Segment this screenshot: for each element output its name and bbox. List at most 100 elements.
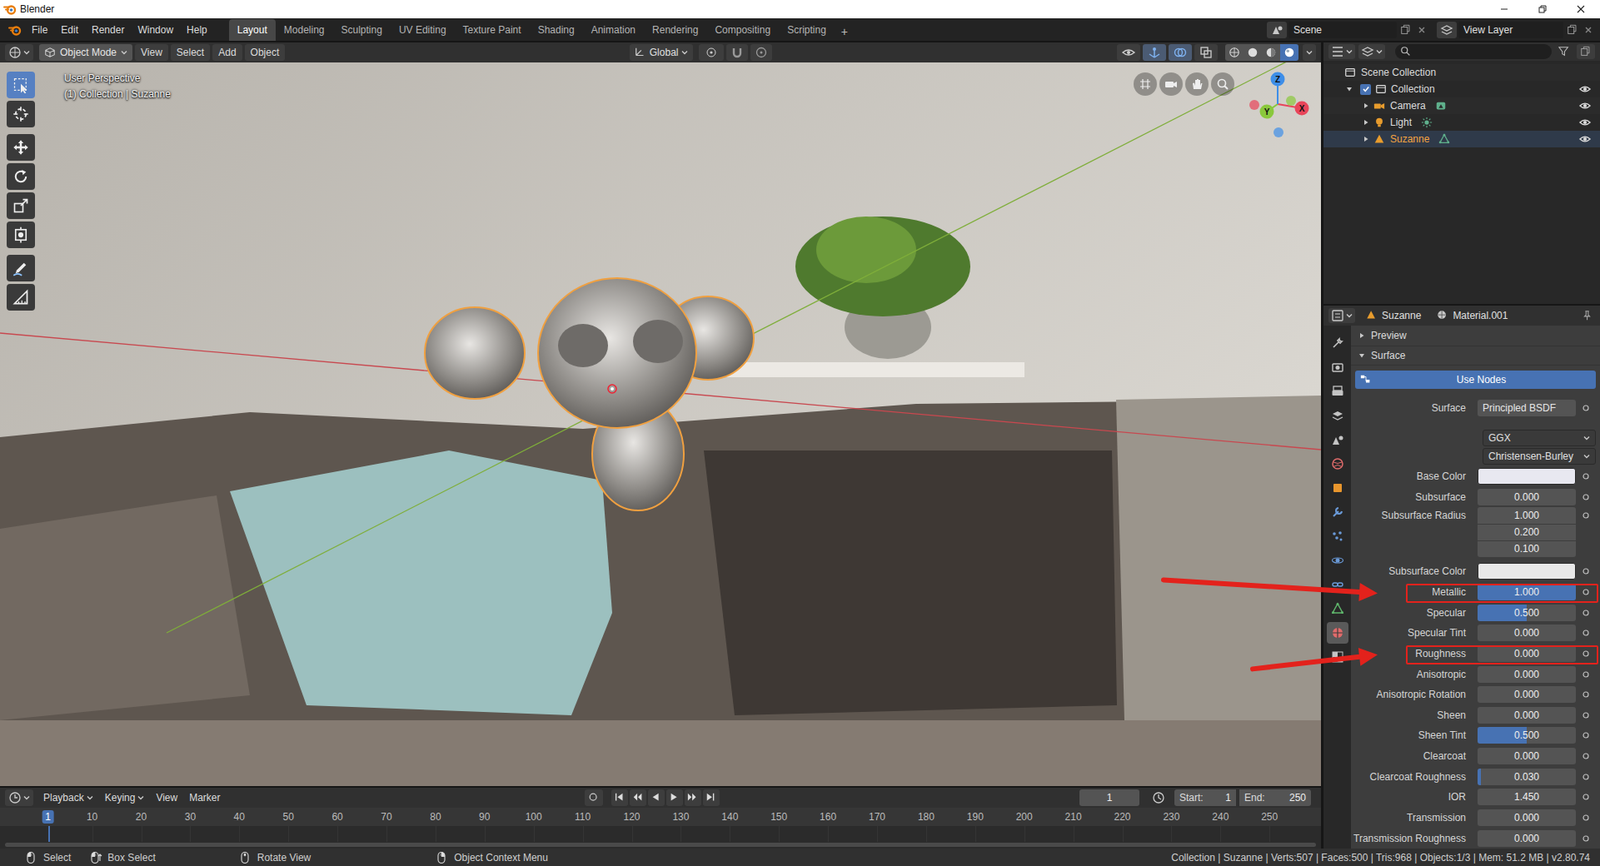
socket-icon[interactable]: [1575, 399, 1596, 417]
orientation-dropdown[interactable]: Global: [629, 44, 694, 61]
workspace-tab[interactable]: Layout: [229, 19, 276, 41]
workspace-tab[interactable]: Modeling: [275, 19, 334, 41]
current-frame-field[interactable]: 1: [1079, 789, 1140, 807]
tool-button[interactable]: [6, 134, 35, 161]
socket-icon[interactable]: [1575, 488, 1596, 506]
tool-button[interactable]: [6, 71, 35, 99]
modifier-tab-icon[interactable]: [1326, 501, 1349, 524]
slider-field[interactable]: 0.000: [1477, 686, 1576, 703]
copy-view-layer-icon[interactable]: [1565, 21, 1581, 39]
collection-checkbox[interactable]: [1360, 84, 1371, 95]
frame-number[interactable]: 160: [816, 810, 840, 824]
expand-icon[interactable]: [1343, 83, 1356, 95]
menu-item[interactable]: Render: [84, 19, 131, 40]
outliner-search[interactable]: [1395, 44, 1552, 60]
eye-icon[interactable]: [1576, 82, 1594, 96]
socket-icon[interactable]: [1575, 727, 1596, 744]
copy-scene-icon[interactable]: [1398, 21, 1414, 39]
socket-icon[interactable]: [1575, 507, 1596, 524]
frame-number[interactable]: 110: [571, 810, 594, 824]
tool-tab-icon[interactable]: [1326, 332, 1349, 354]
negative-axis-dot[interactable]: [1273, 127, 1284, 138]
frame-number[interactable]: 1: [41, 810, 55, 824]
workspace-tab[interactable]: Scripting: [778, 19, 835, 41]
zoom-icon[interactable]: [1211, 72, 1235, 96]
distribution-dropdown[interactable]: GGX: [1482, 429, 1596, 447]
slider-field[interactable]: 0.500: [1477, 604, 1576, 622]
socket-icon[interactable]: [1575, 624, 1596, 642]
scene-name[interactable]: Scene: [1293, 22, 1392, 38]
material-tab-icon[interactable]: [1326, 622, 1349, 644]
negative-axis-dot[interactable]: [1249, 99, 1260, 110]
editor-type-button[interactable]: [4, 44, 34, 61]
frame-number[interactable]: 250: [1257, 810, 1281, 824]
socket-icon[interactable]: [1575, 468, 1596, 485]
viewport-menu[interactable]: Object: [244, 44, 286, 61]
workspace-tab[interactable]: Sculpting: [333, 19, 391, 41]
viewport-menu[interactable]: View: [134, 44, 169, 61]
timeline-scrollbar[interactable]: [4, 842, 1316, 848]
tool-button[interactable]: [6, 284, 35, 311]
socket-icon[interactable]: [1575, 747, 1596, 765]
socket-icon[interactable]: [1575, 830, 1596, 848]
menu-item[interactable]: Help: [179, 19, 215, 40]
eye-icon[interactable]: [1576, 115, 1594, 130]
xray-toggle-icon[interactable]: [1194, 44, 1218, 61]
outliner-row[interactable]: Light: [1323, 114, 1600, 131]
menu-item[interactable]: File: [24, 19, 55, 40]
tool-button[interactable]: [6, 221, 35, 249]
wireframe-shading-icon[interactable]: [1225, 44, 1244, 61]
frame-number[interactable]: 40: [230, 810, 249, 824]
slider-field[interactable]: 0.000: [1477, 645, 1576, 663]
navigation-gizmo[interactable]: XYZ: [1237, 64, 1318, 145]
physics-tab-icon[interactable]: [1326, 549, 1349, 572]
light-data-icon[interactable]: [1420, 115, 1434, 130]
number-field[interactable]: 1.450: [1477, 788, 1576, 806]
jump-end-icon[interactable]: [702, 789, 720, 807]
object-tab-icon[interactable]: [1326, 477, 1349, 499]
particles-tab-icon[interactable]: [1326, 525, 1349, 548]
start-frame-field[interactable]: Start:1: [1174, 789, 1237, 807]
workspace-tab[interactable]: Rendering: [643, 19, 707, 41]
use-nodes-button[interactable]: Use Nodes: [1355, 370, 1596, 389]
expand-icon[interactable]: [1360, 99, 1371, 112]
timeline-track[interactable]: [0, 826, 1321, 849]
socket-icon[interactable]: [1575, 604, 1596, 622]
view-layer-name[interactable]: View Layer: [1463, 22, 1559, 38]
view-layer-icon[interactable]: [1436, 21, 1457, 39]
panel-header[interactable]: Preview: [1350, 325, 1600, 347]
frame-number[interactable]: 30: [181, 810, 200, 824]
material-shading-icon[interactable]: [1261, 44, 1281, 61]
axis-handle[interactable]: X: [1295, 101, 1310, 116]
pan-hand-icon[interactable]: [1185, 72, 1209, 96]
gizmos-toggle-icon[interactable]: [1142, 44, 1167, 61]
view_layer-tab-icon[interactable]: [1326, 404, 1349, 427]
editor-type-button[interactable]: [1328, 308, 1356, 324]
timeline-menu[interactable]: Marker: [184, 789, 225, 807]
editor-type-button[interactable]: [4, 789, 34, 807]
new-collection-icon[interactable]: [1576, 44, 1596, 60]
frame-number[interactable]: 220: [1110, 810, 1134, 824]
next-keyframe-icon[interactable]: [684, 789, 702, 807]
tool-button[interactable]: [6, 163, 35, 190]
slider-field[interactable]: 0.000: [1477, 666, 1576, 683]
outliner-row[interactable]: Suzanne: [1323, 130, 1600, 148]
axis-handle[interactable]: Y: [1260, 104, 1275, 120]
display-mode-button[interactable]: [1358, 44, 1386, 60]
render-tab-icon[interactable]: [1326, 356, 1349, 379]
expand-icon[interactable]: [1360, 116, 1371, 129]
frame-number[interactable]: 60: [328, 810, 346, 824]
view-layer-field[interactable]: View Layer: [1458, 21, 1564, 39]
frame-number[interactable]: 240: [1208, 810, 1232, 824]
viewport-menu[interactable]: Add: [212, 44, 242, 61]
frame-number[interactable]: 120: [619, 810, 643, 824]
workspace-tab[interactable]: Texture Paint: [454, 19, 530, 41]
frame-number[interactable]: 230: [1159, 810, 1183, 824]
frame-number[interactable]: 150: [767, 810, 791, 824]
tool-button[interactable]: [6, 254, 35, 282]
slider-field[interactable]: 0.500: [1477, 727, 1576, 744]
eye-icon[interactable]: [1576, 132, 1594, 146]
timeline-menu[interactable]: View: [150, 789, 183, 807]
auto-keying-icon[interactable]: [584, 789, 604, 807]
jump-start-icon[interactable]: [611, 789, 629, 807]
